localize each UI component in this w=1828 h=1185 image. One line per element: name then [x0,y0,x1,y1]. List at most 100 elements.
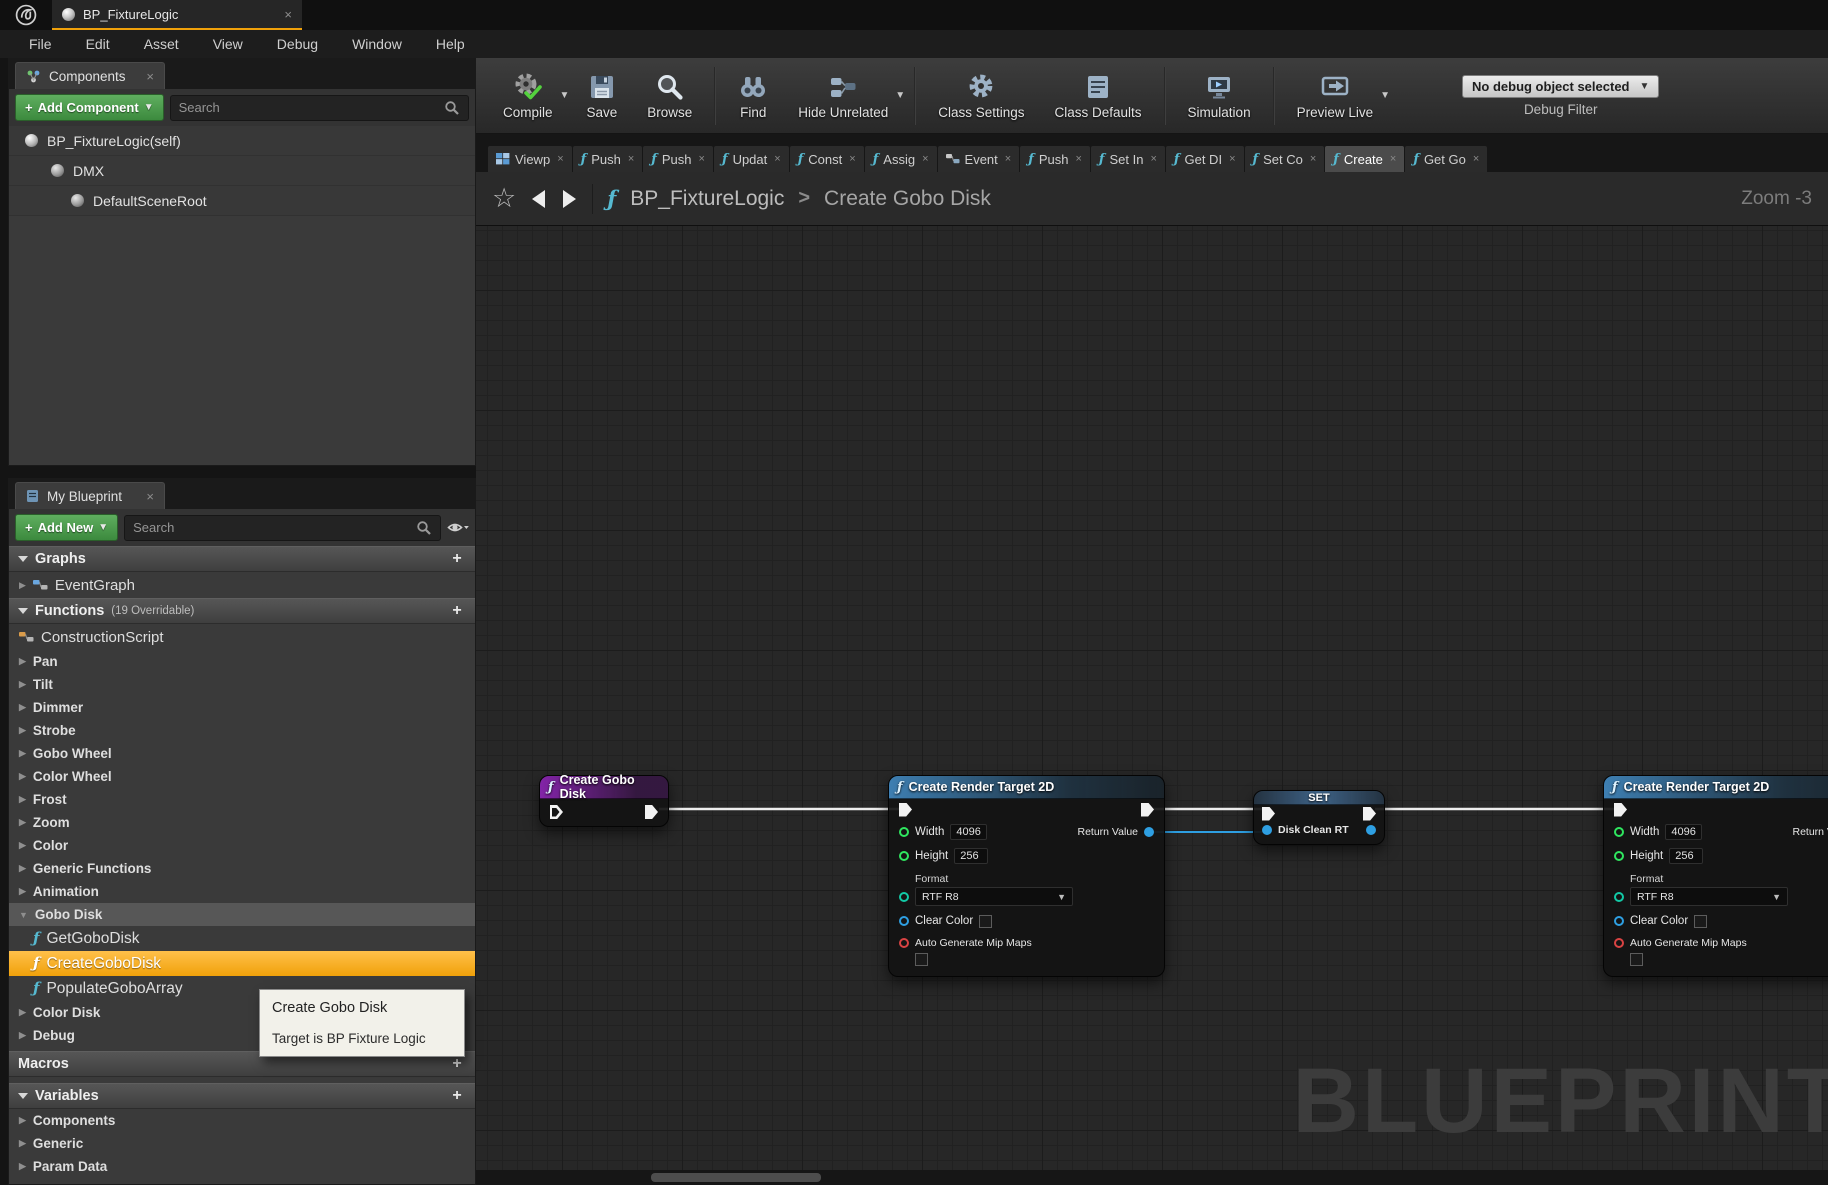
clear-color-checkbox[interactable] [1694,915,1707,928]
category-param-data[interactable]: ▶Param Data [9,1155,475,1178]
width-value-input[interactable]: 4096 [950,824,986,840]
forward-arrow-button[interactable] [561,189,578,209]
tab-get-go[interactable]: ƒGet Go× [1405,146,1487,172]
chevron-right-icon[interactable]: ▶ [19,817,26,828]
category-strobe[interactable]: ▶Strobe [9,719,475,742]
return-value-pin[interactable] [1144,827,1154,837]
add-macro-button[interactable]: + [448,1055,466,1073]
compile-button[interactable]: Compile [488,68,568,124]
tree-row-self[interactable]: BP_FixtureLogic(self) [9,126,475,156]
add-component-button[interactable]: + Add Component ▼ [15,94,164,121]
graph-canvas[interactable]: ƒ Create Gobo Disk ƒ Create Render Targe… [476,226,1828,1170]
tab-set-co[interactable]: ƒSet Co× [1245,146,1325,172]
simulation-button[interactable]: Simulation [1173,68,1266,124]
clear-color-checkbox[interactable] [979,915,992,928]
close-icon[interactable]: × [1473,153,1479,165]
tree-row-dmx[interactable]: DMX [9,156,475,186]
exec-out-pin[interactable] [645,805,658,819]
tab-push-2[interactable]: ƒPush× [643,146,713,172]
visibility-filter-button[interactable] [447,520,469,535]
category-color-wheel[interactable]: ▶Color Wheel [9,765,475,788]
tab-viewport[interactable]: Viewp × [488,146,572,172]
browse-button[interactable]: Browse [632,68,707,124]
category-pan[interactable]: ▶Pan [9,650,475,673]
node-set-disk-clean-rt[interactable]: SET Disk Clean RT [1253,790,1385,845]
add-function-button[interactable]: + [448,602,466,620]
hide-unrelated-button[interactable]: Hide Unrelated [783,68,903,124]
chevron-right-icon[interactable]: ▶ [19,1138,26,1149]
category-gobo-wheel[interactable]: ▶Gobo Wheel [9,742,475,765]
close-icon[interactable]: × [922,153,928,165]
unreal-logo-icon[interactable] [0,0,52,30]
functions-section-header[interactable]: Functions (19 Overridable) + [9,598,475,624]
scrollbar-thumb[interactable] [651,1173,821,1182]
back-arrow-button[interactable] [530,189,547,209]
chevron-right-icon[interactable]: ▶ [19,794,26,805]
format-pin[interactable] [1614,892,1624,902]
chevron-down-icon[interactable]: ▼ [1380,90,1390,101]
close-icon[interactable]: × [1310,153,1316,165]
my-blueprint-search-input[interactable]: Search [124,515,441,541]
tab-construct[interactable]: ƒConst× [790,146,864,172]
class-settings-button[interactable]: Class Settings [923,68,1039,124]
debug-object-dropdown[interactable]: No debug object selected ▼ [1462,75,1659,98]
exec-in-pin[interactable] [550,805,563,819]
close-icon[interactable]: × [628,153,634,165]
node-header[interactable]: SET [1254,791,1384,805]
close-icon[interactable]: × [557,153,563,165]
close-icon[interactable]: × [774,153,780,165]
menu-file[interactable]: File [14,36,67,52]
variables-section-header[interactable]: Variables + [9,1083,475,1109]
height-value-input[interactable]: 256 [954,848,988,864]
node-header[interactable]: ƒ Create Render Target 2D [1604,776,1828,799]
add-new-button[interactable]: + Add New ▼ [15,514,118,541]
chevron-down-icon[interactable]: ▼ [560,90,570,101]
exec-out-pin[interactable] [1141,803,1154,817]
category-zoom[interactable]: ▶Zoom [9,811,475,834]
node-create-gobo-disk-entry[interactable]: ƒ Create Gobo Disk [539,775,669,827]
graphs-section-header[interactable]: Graphs + [9,546,475,572]
chevron-right-icon[interactable]: ▶ [19,725,26,736]
width-value-input[interactable]: 4096 [1665,824,1701,840]
chevron-right-icon[interactable]: ▶ [19,771,26,782]
chevron-right-icon[interactable]: ▶ [19,656,26,667]
close-icon[interactable]: × [1150,153,1156,165]
chevron-right-icon[interactable]: ▶ [19,1161,26,1172]
width-pin[interactable] [1614,827,1624,837]
add-graph-button[interactable]: + [448,550,466,568]
save-button[interactable]: Save [571,68,632,124]
width-pin[interactable] [899,827,909,837]
tree-row-defaultsceneroot[interactable]: DefaultSceneRoot [9,186,475,216]
chevron-right-icon[interactable]: ▶ [19,1030,26,1041]
preview-live-button[interactable]: Preview Live [1282,68,1389,124]
mipmaps-checkbox[interactable] [1630,953,1643,966]
format-pin[interactable] [899,892,909,902]
tab-update[interactable]: ƒUpdat× [714,146,789,172]
menu-view[interactable]: View [198,36,258,52]
exec-out-pin[interactable] [1363,807,1376,821]
mipmaps-checkbox[interactable] [915,953,928,966]
format-dropdown[interactable]: RTF R8 ▼ [1630,887,1788,906]
height-value-input[interactable]: 256 [1669,848,1703,864]
tab-get-di[interactable]: ƒGet DI× [1166,146,1244,172]
exec-in-pin[interactable] [899,803,912,817]
chevron-down-icon[interactable]: ▼ [895,90,905,101]
chevron-right-icon[interactable]: ▶ [19,863,26,874]
components-tab[interactable]: Components × [15,62,165,89]
tab-assign[interactable]: ƒAssig× [865,146,937,172]
function-getgobodisk[interactable]: ƒ GetGoboDisk [9,926,475,951]
chevron-right-icon[interactable]: ▶ [19,580,26,591]
chevron-right-icon[interactable]: ▶ [19,840,26,851]
exec-in-pin[interactable] [1262,807,1275,821]
add-variable-button[interactable]: + [448,1087,466,1105]
menu-window[interactable]: Window [337,36,417,52]
close-icon[interactable]: × [699,153,705,165]
tab-push-1[interactable]: ƒPush× [573,146,643,172]
category-components[interactable]: ▶Components [9,1109,475,1132]
tab-create-active[interactable]: ƒCreate× [1325,146,1404,172]
components-search-input[interactable]: Search [170,95,469,121]
category-animation[interactable]: ▶Animation [9,880,475,903]
list-item-constructionscript[interactable]: ConstructionScript [9,624,475,650]
close-icon[interactable]: × [1390,153,1396,165]
chevron-down-icon[interactable]: ▼ [19,910,28,920]
